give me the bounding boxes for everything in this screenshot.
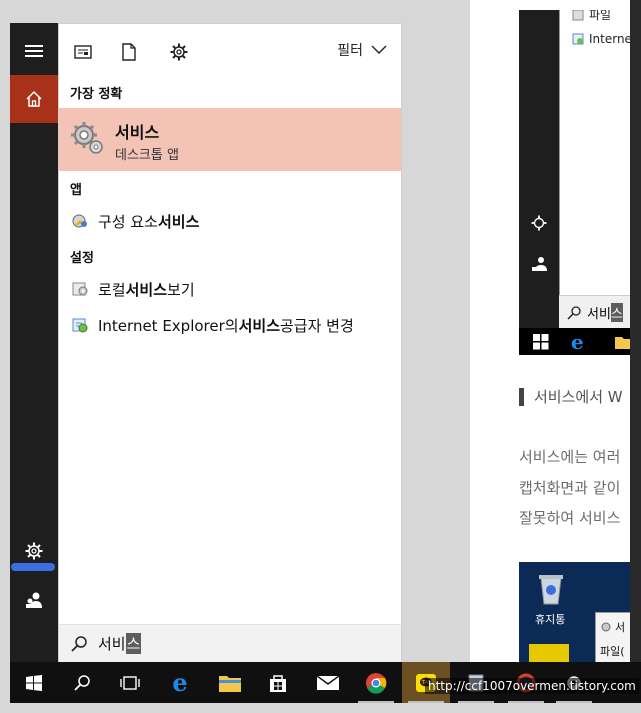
hamburger-menu-button[interactable] — [10, 27, 58, 75]
task-view-icon — [120, 675, 140, 690]
taskbar-search-button[interactable] — [58, 662, 106, 703]
pen-annotation-mark — [11, 563, 55, 571]
watermark-url: http://ccf1007overmen.tistory.com — [425, 678, 639, 694]
services-gear-icon — [601, 622, 611, 632]
component-services-icon — [70, 211, 90, 231]
recycle-bin-icon — [539, 575, 563, 605]
settings-filter-button[interactable] — [167, 40, 191, 64]
ie-icon: e — [571, 330, 584, 354]
embedded-search-box: 서비 스 — [559, 295, 641, 329]
embedded-item: 파일 — [572, 10, 611, 23]
blog-paragraph-line-1: 서비스에는 여러 — [519, 448, 621, 466]
component-services-bold: 서비스 — [157, 212, 200, 231]
embedded-screenshot-1: 파일 Internet 서비 스 e — [519, 10, 641, 355]
ie-services-prefix: Internet Explorer의 — [98, 316, 239, 335]
document-icon — [74, 45, 92, 59]
search-icon — [71, 635, 87, 652]
services-gear-icon — [71, 122, 103, 154]
view-local-services-result[interactable]: 로컬 서비스 보기 — [59, 274, 401, 304]
mail-icon — [317, 674, 339, 690]
file-icon — [572, 10, 584, 20]
embedded-item: Internet — [572, 32, 637, 46]
home-button[interactable] — [10, 75, 58, 123]
embedded-search-cursor: 스 — [610, 303, 623, 322]
user-account-button[interactable] — [10, 576, 58, 624]
component-services-result[interactable]: 구성 요소 서비스 — [59, 206, 401, 236]
best-match-result[interactable]: 서비스 데스크톱 앱 — [59, 108, 401, 171]
background-blog-page: 파일 Internet 서비 스 e 서비스에서 W 서비스에는 여러 캡처화면과… — [470, 0, 641, 665]
files-filter-button[interactable] — [117, 40, 141, 64]
ie-settings-icon — [70, 315, 90, 335]
component-services-prefix: 구성 요소 — [98, 212, 158, 231]
ie-services-bold: 서비스 — [238, 316, 280, 335]
best-match-subtitle: 데스크톱 앱 — [115, 148, 179, 163]
start-button[interactable] — [10, 662, 58, 703]
edge-button[interactable]: e — [156, 662, 204, 703]
popup-text-0: 서 — [615, 621, 626, 634]
ie-settings-icon — [572, 33, 584, 45]
gear-icon — [170, 43, 188, 61]
gear-icon — [25, 542, 43, 560]
taskbar: e TALK http://ccf1007overmen.tistory.com — [10, 662, 641, 703]
best-match-title: 서비스 — [115, 123, 160, 142]
chrome-button[interactable] — [352, 662, 400, 703]
start-menu-search-panel: 필터 가장 정확 서비스 데스크톱 앱 앱 구성 요소 서비스 설정 로컬 서비… — [58, 23, 402, 662]
folder-icon — [219, 675, 241, 692]
windows-logo-icon — [533, 334, 549, 350]
local-services-suffix: 보기 — [167, 280, 195, 299]
search-composing-char: 스 — [125, 633, 142, 654]
filter-dropdown[interactable]: 필터 — [337, 40, 387, 60]
search-icon — [74, 674, 90, 691]
embedded-taskbar: e — [519, 328, 641, 355]
embedded-screenshot-2: 휴지통 서 파일( — [519, 562, 641, 665]
local-services-bold: 서비스 — [125, 280, 168, 299]
blog-paragraph-line-2: 캡처화면과 같이 — [519, 479, 621, 497]
embedded-search-text: 서비 — [587, 307, 611, 322]
gear-icon — [531, 215, 547, 235]
store-bag-icon — [270, 674, 286, 692]
file-explorer-button[interactable] — [206, 662, 254, 703]
user-switch-icon — [26, 592, 42, 608]
blog-paragraph-line-3: 잘못하여 서비스 — [519, 509, 621, 527]
search-box[interactable]: 서비 스 — [59, 624, 401, 662]
search-panel-toolbar: 필터 — [59, 24, 401, 80]
user-switch-icon — [531, 256, 547, 276]
best-match-heading: 가장 정확 — [70, 87, 123, 102]
chevron-down-icon — [371, 45, 387, 54]
settings-heading: 설정 — [70, 251, 94, 266]
embedded-item-label-0: 파일 — [589, 10, 612, 22]
local-services-icon — [70, 279, 90, 299]
apps-heading: 앱 — [70, 183, 82, 198]
blog-section-heading: 서비스에서 W — [519, 386, 623, 407]
windows-logo-icon — [26, 674, 42, 691]
recycle-bin-label: 휴지통 — [535, 613, 566, 626]
embedded-yellow-shape — [529, 644, 569, 664]
window-edge — [630, 0, 641, 665]
search-icon — [567, 305, 581, 320]
ie-services-suffix: 공급자 변경 — [280, 316, 354, 335]
home-icon — [26, 90, 42, 107]
ie-service-provider-result[interactable]: Internet Explorer의 서비스 공급자 변경 — [59, 310, 401, 340]
search-typed-text: 서비 — [98, 635, 126, 653]
chrome-icon — [366, 672, 387, 694]
task-view-button[interactable] — [106, 662, 154, 703]
filter-label: 필터 — [337, 43, 363, 59]
heading-bar — [519, 387, 524, 406]
screen-bottom-border — [0, 703, 641, 713]
edge-icon: e — [172, 667, 188, 697]
embedded-panel: 파일 Internet — [559, 10, 641, 328]
store-button[interactable] — [254, 662, 302, 703]
heading-text: 서비스에서 W — [534, 388, 623, 406]
documents-filter-button[interactable] — [71, 40, 95, 64]
mail-button[interactable] — [304, 662, 352, 703]
file-icon — [122, 43, 136, 61]
hamburger-icon — [25, 45, 43, 57]
local-services-prefix: 로컬 — [98, 280, 126, 299]
